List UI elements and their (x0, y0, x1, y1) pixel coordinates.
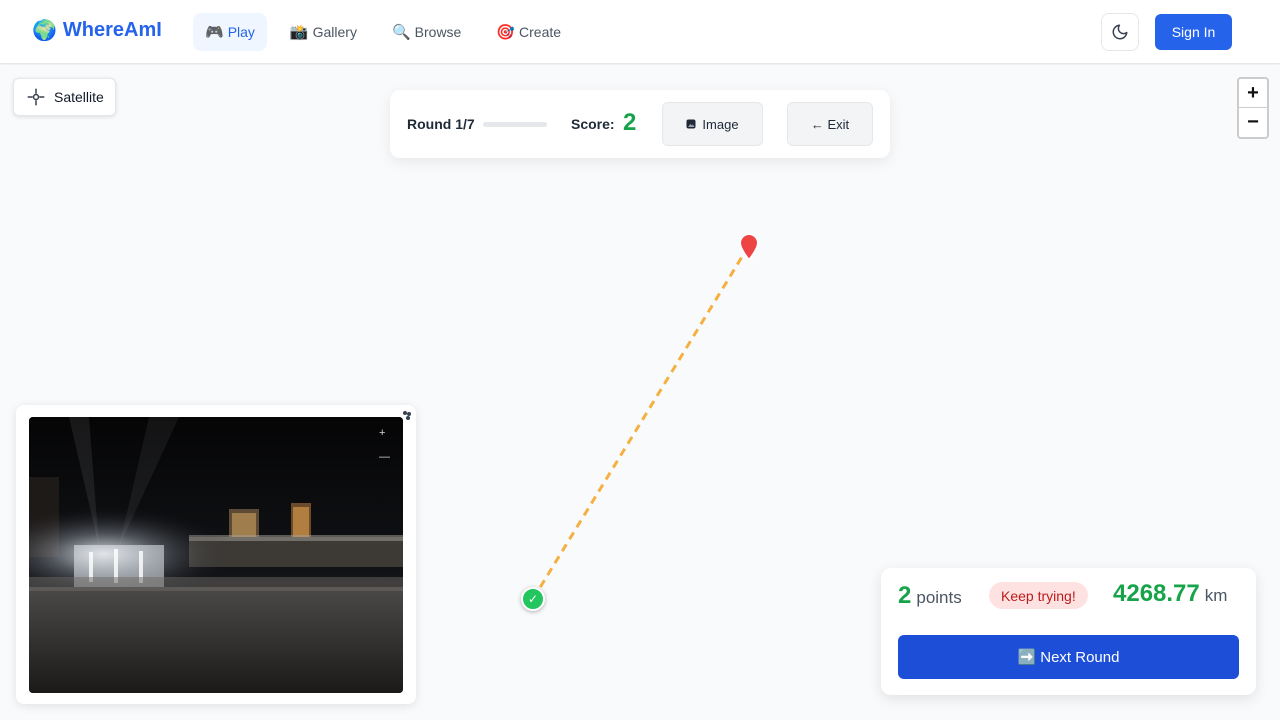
concert-crowd-photo (29, 417, 403, 693)
points-value: 2 (898, 582, 912, 609)
round-progress-bar (483, 122, 547, 127)
points-earned: 2 points (898, 582, 962, 610)
nav-create[interactable]: 🎯 Create (484, 13, 573, 51)
map-zoom-control: + − (1237, 77, 1269, 139)
actual-location-marker[interactable]: ✓ (521, 587, 545, 611)
satellite-toggle-button[interactable]: Satellite (13, 78, 116, 116)
resize-handle-icon[interactable] (402, 407, 412, 420)
image-toggle-button[interactable]: Image (662, 102, 763, 146)
image-button-label: Image (702, 116, 739, 132)
exit-button[interactable]: ← Exit (787, 102, 873, 146)
score-value: 2 (623, 109, 637, 136)
gamepad-icon: 🎮 (205, 24, 224, 41)
app-logo[interactable]: 🌍 WhereAmI (32, 18, 162, 43)
location-photo[interactable]: + — (29, 417, 403, 693)
arrow-right-icon: ➡️ (1017, 649, 1037, 666)
guess-marker[interactable] (737, 232, 761, 262)
target-icon: 🎯 (496, 24, 516, 41)
next-round-button[interactable]: ➡️ Next Round (898, 635, 1239, 679)
camera-icon: 📸 (289, 24, 309, 41)
sign-in-button[interactable]: Sign In (1155, 14, 1232, 50)
nav-play-label: Play (227, 24, 255, 40)
exit-button-label: ← Exit (810, 116, 850, 132)
nav-browse[interactable]: 🔍 Browse (380, 13, 473, 51)
nav-create-label: Create (519, 24, 562, 40)
photo-zoom-out-button[interactable]: — (379, 451, 390, 463)
satellite-label: Satellite (54, 89, 104, 105)
round-result-panel: 2 points Keep trying! 4268.77 km ➡️ Next… (881, 568, 1256, 695)
map-zoom-in-button[interactable]: + (1239, 79, 1267, 108)
nav-gallery-label: Gallery (312, 24, 357, 40)
main-nav: 🎮 Play 📸 Gallery 🔍 Browse 🎯 Create (193, 13, 584, 51)
image-icon (686, 119, 696, 129)
round-status-panel: Round 1/7 Score: 2 Image ← Exit (390, 90, 890, 158)
app-name: WhereAmI (62, 19, 162, 41)
guess-distance: 4268.77 km (1113, 580, 1227, 608)
expand-icon (403, 411, 411, 420)
magnifier-icon: 🔍 (391, 24, 411, 41)
round-indicator: Round 1/7 (407, 116, 475, 132)
next-round-label: Next Round (1040, 648, 1120, 666)
theme-toggle-button[interactable] (1101, 13, 1139, 51)
moon-icon (1112, 24, 1128, 40)
top-navbar: 🌍 WhereAmI 🎮 Play 📸 Gallery 🔍 Browse 🎯 C… (0, 0, 1280, 64)
globe-icon: 🌍 (32, 20, 57, 42)
distance-value: 4268.77 (1113, 580, 1200, 607)
feedback-badge: Keep trying! (989, 582, 1088, 609)
points-unit: points (916, 588, 962, 607)
distance-unit: km (1204, 586, 1228, 605)
score-label: Score: (571, 116, 615, 132)
crosshair-icon (27, 88, 45, 106)
nav-play[interactable]: 🎮 Play (193, 13, 267, 51)
checkmark-icon: ✓ (527, 592, 539, 606)
map-zoom-out-button[interactable]: − (1239, 108, 1267, 137)
photo-zoom-in-button[interactable]: + (379, 427, 385, 439)
nav-browse-label: Browse (414, 24, 462, 40)
map-pin-icon (738, 233, 760, 262)
nav-gallery[interactable]: 📸 Gallery (278, 13, 369, 51)
location-photo-panel: + — (16, 405, 416, 704)
